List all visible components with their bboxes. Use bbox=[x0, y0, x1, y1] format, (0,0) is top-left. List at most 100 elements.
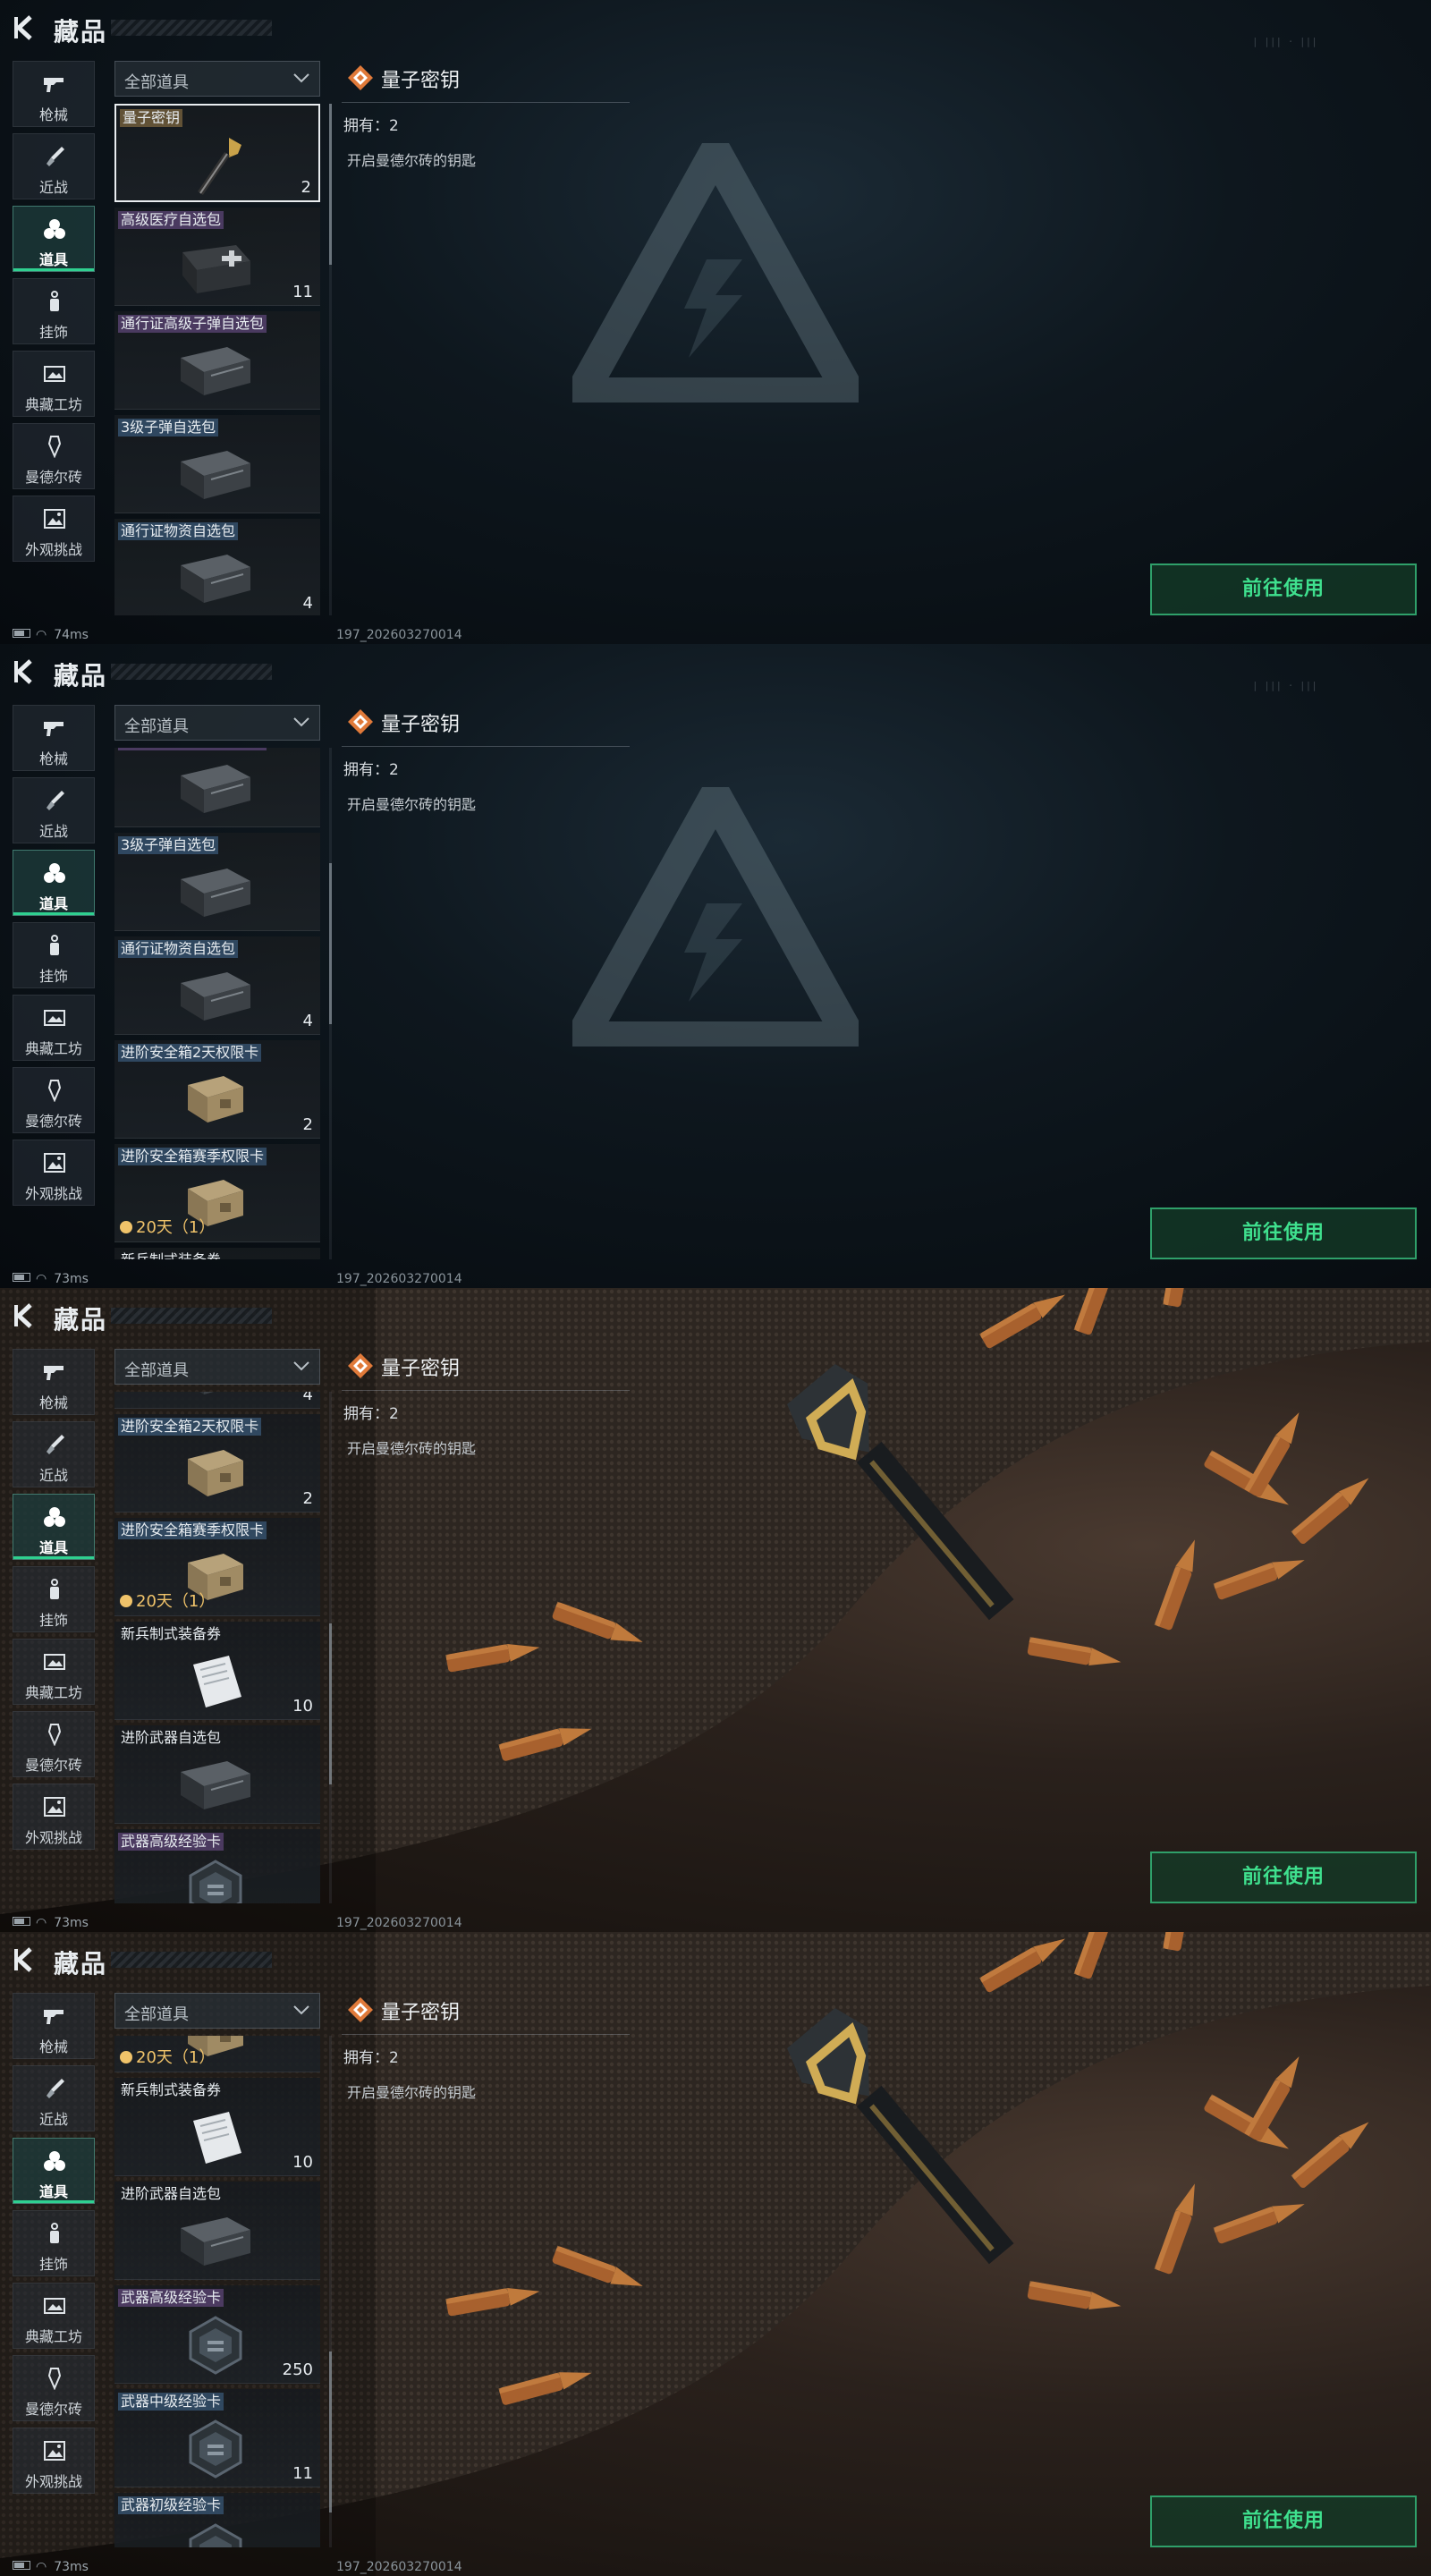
ping-text: 73ms bbox=[54, 1272, 89, 1286]
nav-item-gun[interactable]: 枪械 bbox=[13, 1349, 95, 1415]
nav-item-workshop[interactable]: 典藏工坊 bbox=[13, 2283, 95, 2349]
item-name: 量子密钥 bbox=[120, 109, 183, 127]
nav-item-label: 典藏工坊 bbox=[24, 396, 82, 413]
chevron-down-icon bbox=[292, 1359, 310, 1373]
item-card[interactable]: 新兵制式装备券 10 bbox=[114, 2078, 320, 2176]
scrollbar-thumb[interactable] bbox=[329, 1623, 332, 1784]
item-card[interactable]: 通行证高级子弹自选包 bbox=[114, 748, 320, 827]
nav-item-label: 近战 bbox=[38, 823, 68, 840]
filter-selected: 全部道具 bbox=[124, 2005, 189, 2024]
mandel-brick-icon bbox=[42, 1079, 67, 1103]
item-card[interactable]: 通行证高级子弹自选包 bbox=[114, 311, 320, 410]
nav-item-workshop[interactable]: 典藏工坊 bbox=[13, 351, 95, 417]
item-card[interactable]: 新兵制式装备券 10 bbox=[114, 1622, 320, 1720]
item-filter-dropdown[interactable]: 全部道具 bbox=[114, 1349, 320, 1385]
item-name: 通行证高级子弹自选包 bbox=[118, 748, 267, 750]
back-arrow-icon[interactable] bbox=[11, 1945, 41, 1975]
item-card[interactable]: 进阶安全箱2天权限卡 2 bbox=[114, 1414, 320, 1513]
item-filter-dropdown[interactable]: 全部道具 bbox=[114, 1993, 320, 2029]
item-card[interactable]: 3级子弹自选包 bbox=[114, 415, 320, 513]
nav-item-gun[interactable]: 枪械 bbox=[13, 705, 95, 771]
nav-item-charm[interactable]: 挂饰 bbox=[13, 922, 95, 988]
item-card[interactable]: 新兵制式装备券 10 bbox=[114, 1248, 320, 1259]
back-arrow-icon[interactable] bbox=[11, 13, 41, 43]
owned-label: 拥有： bbox=[343, 761, 389, 779]
session-id: 197_202603270014 bbox=[336, 1272, 462, 1286]
title-decoration bbox=[111, 664, 272, 680]
item-card[interactable]: 进阶武器自选包 bbox=[114, 2182, 320, 2280]
item-timer: 20天（1） bbox=[120, 1215, 215, 1238]
item-card[interactable]: 武器初级经验卡 29 bbox=[114, 2493, 320, 2547]
nav-item-mandel-brick[interactable]: 曼德尔砖 bbox=[13, 2355, 95, 2421]
detail-title: 量子密钥 bbox=[381, 1358, 461, 1380]
nav-item-workshop[interactable]: 典藏工坊 bbox=[13, 1639, 95, 1705]
nav-item-appearance-challenge[interactable]: 外观挑战 bbox=[13, 2428, 95, 2494]
item-card[interactable]: 进阶武器自选包 bbox=[114, 1725, 320, 1824]
item-count: 2 bbox=[302, 1115, 313, 1134]
item-list[interactable]: 通行证高级子弹自选包 3级子弹自选包 通行证物资自选包 4 进阶安全箱2天权限卡… bbox=[114, 748, 322, 1259]
filter-selected: 全部道具 bbox=[124, 73, 189, 92]
owned-label: 拥有： bbox=[343, 117, 389, 135]
item-card[interactable]: 通行证物资自选包 4 bbox=[114, 936, 320, 1035]
go-use-button[interactable]: 前往使用 bbox=[1150, 2496, 1417, 2547]
nav-item-mandel-brick[interactable]: 曼德尔砖 bbox=[13, 1067, 95, 1133]
nav-item-mandel-brick[interactable]: 曼德尔砖 bbox=[13, 1711, 95, 1777]
item-filter-dropdown[interactable]: 全部道具 bbox=[114, 705, 320, 741]
item-card[interactable]: 通行证物资自选包 4 bbox=[114, 519, 320, 615]
item-card[interactable]: 武器高级经验卡 250 bbox=[114, 2285, 320, 2384]
scrollbar-thumb[interactable] bbox=[329, 2351, 332, 2512]
nav-item-appearance-challenge[interactable]: 外观挑战 bbox=[13, 1140, 95, 1206]
delta-logo-watermark bbox=[554, 762, 877, 1054]
nav-item-props[interactable]: 道具 bbox=[13, 206, 95, 272]
nav-item-knife[interactable]: 近战 bbox=[13, 1421, 95, 1487]
item-timer-label: 20天（1） bbox=[136, 1592, 216, 1611]
item-card[interactable]: 进阶安全箱2天权限卡 2 bbox=[114, 1040, 320, 1139]
nav-item-charm[interactable]: 挂饰 bbox=[13, 1566, 95, 1632]
nav-item-knife[interactable]: 近战 bbox=[13, 2065, 95, 2131]
item-card[interactable]: 量子密钥 2 bbox=[114, 104, 320, 202]
back-arrow-icon[interactable] bbox=[11, 657, 41, 687]
nav-item-appearance-challenge[interactable]: 外观挑战 bbox=[13, 1784, 95, 1850]
item-card[interactable]: 进阶安全箱赛季权限卡 20天（1） bbox=[114, 1518, 320, 1616]
go-use-button[interactable]: 前往使用 bbox=[1150, 564, 1417, 615]
item-filter-dropdown[interactable]: 全部道具 bbox=[114, 61, 320, 97]
nav-item-props[interactable]: 道具 bbox=[13, 850, 95, 916]
nav-item-knife[interactable]: 近战 bbox=[13, 777, 95, 843]
item-card[interactable]: 通行证物资自选包 4 bbox=[114, 1392, 320, 1409]
item-case-icon bbox=[175, 861, 256, 924]
nav-item-gun[interactable]: 枪械 bbox=[13, 61, 95, 127]
item-list[interactable]: 进阶安全箱赛季权限卡 20天（1） 新兵制式装备券 10 进阶武器自选包 武器高… bbox=[114, 2036, 322, 2547]
item-card[interactable]: 进阶安全箱赛季权限卡 20天（1） bbox=[114, 1144, 320, 1242]
clock-icon bbox=[120, 2051, 132, 2063]
item-list[interactable]: 量子密钥 2 高级医疗自选包 11 通行证高级子弹自选包 3级子弹自选包 通行证… bbox=[114, 104, 322, 615]
nav-item-gun[interactable]: 枪械 bbox=[13, 1993, 95, 2059]
scrollbar-thumb[interactable] bbox=[329, 104, 332, 265]
top-bar: 藏品 bbox=[0, 644, 376, 701]
go-use-button[interactable]: 前往使用 bbox=[1150, 1208, 1417, 1259]
nav-item-knife[interactable]: 近战 bbox=[13, 133, 95, 199]
nav-item-charm[interactable]: 挂饰 bbox=[13, 2210, 95, 2276]
nav-item-charm[interactable]: 挂饰 bbox=[13, 278, 95, 344]
item-hex-icon bbox=[175, 2521, 256, 2547]
mandel-brick-icon bbox=[42, 435, 67, 459]
nav-item-workshop[interactable]: 典藏工坊 bbox=[13, 995, 95, 1061]
go-use-button[interactable]: 前往使用 bbox=[1150, 1852, 1417, 1903]
item-card[interactable]: 武器中级经验卡 11 bbox=[114, 2389, 320, 2487]
item-timer-label: 20天（1） bbox=[136, 1218, 216, 1237]
nav-item-props[interactable]: 道具 bbox=[13, 1494, 95, 1560]
back-arrow-icon[interactable] bbox=[11, 1301, 41, 1331]
detail-title: 量子密钥 bbox=[381, 714, 461, 736]
item-card[interactable]: 高级医疗自选包 11 bbox=[114, 208, 320, 306]
nav-item-props[interactable]: 道具 bbox=[13, 2138, 95, 2204]
scrollbar-thumb[interactable] bbox=[329, 863, 332, 1025]
item-card[interactable]: 3级子弹自选包 bbox=[114, 833, 320, 931]
item-list[interactable]: 通行证物资自选包 4 进阶安全箱2天权限卡 2 进阶安全箱赛季权限卡 20天（1… bbox=[114, 1392, 322, 1903]
item-card[interactable]: 进阶安全箱赛季权限卡 20天（1） bbox=[114, 2036, 320, 2072]
nav-item-mandel-brick[interactable]: 曼德尔砖 bbox=[13, 423, 95, 489]
item-name: 进阶安全箱赛季权限卡 bbox=[118, 1148, 267, 1165]
nav-item-appearance-challenge[interactable]: 外观挑战 bbox=[13, 496, 95, 562]
category-sidebar: 枪械 近战 道具 挂饰 典藏工坊 曼德尔砖 外观挑战 bbox=[13, 1993, 95, 2500]
item-card[interactable]: 武器高级经验卡 250 bbox=[114, 1829, 320, 1903]
mandel-brick-icon bbox=[42, 1723, 67, 1747]
item-name: 进阶安全箱2天权限卡 bbox=[118, 1418, 262, 1436]
